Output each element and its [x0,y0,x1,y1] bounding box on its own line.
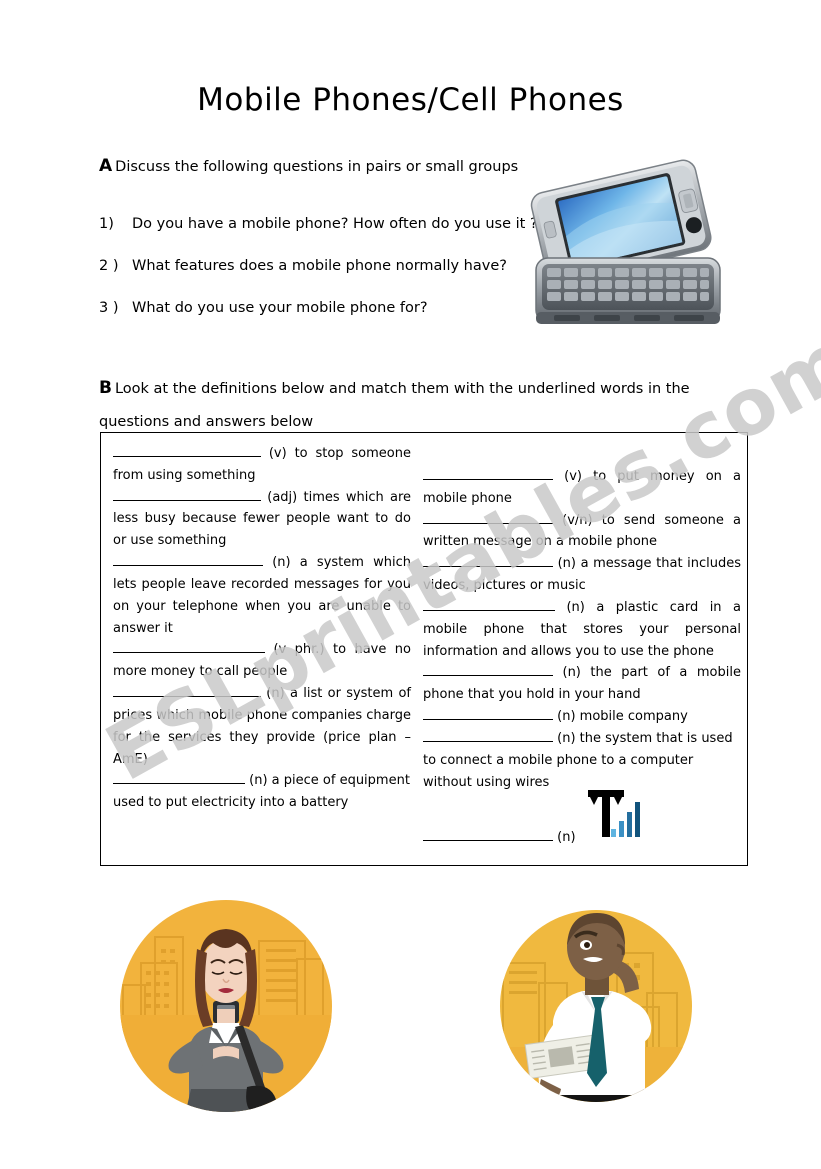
signal-definition-group: (n) [423,785,741,861]
answer-blank[interactable] [113,489,261,501]
definition-text: a list or system of prices which mobile … [113,686,412,767]
definition-item: (v) to put money on a mobile phone [423,466,741,510]
slider-smartphone-photo [520,152,735,337]
definition-pos: (n) [557,730,576,746]
definition-item: (n) [423,829,576,845]
signal-strength-icon [581,785,645,837]
definition-pos: (v phr.) [273,642,325,658]
answer-blank[interactable] [113,554,263,567]
section-b-instruction: Look at the definitions below and match … [99,381,690,430]
answer-blank[interactable] [423,664,553,677]
businessman-calling-illustration [487,897,705,1115]
question-number: 3 ) [99,300,119,316]
definition-pos: (n) [557,556,576,572]
definitions-right-column: (v) to put money on a mobile phone (v/n)… [423,466,741,793]
definition-item: (adj) times which are less busy because … [113,487,411,552]
definition-pos: (n) [557,830,576,845]
definition-pos: (n) [557,709,576,725]
answer-blank[interactable] [113,641,265,654]
answer-blank[interactable] [423,730,553,742]
definition-item: (n) a plastic card in a mobile phone tha… [423,597,741,662]
question-text: What do you use your mobile phone for? [132,300,428,316]
definition-pos: (v/n) [562,512,593,528]
definition-item: (n) mobile company [423,706,741,728]
section-a-question-list: 1) Do you have a mobile phone? How often… [99,216,538,342]
definition-item: (v) to stop someone from using something [113,443,411,487]
definition-pos: (n) [266,686,285,702]
definition-pos: (n) [272,555,291,571]
answer-blank[interactable] [423,829,553,841]
section-b-letter: B [99,378,112,398]
definition-item: (n) a system which lets people leave rec… [113,552,411,639]
definition-item: (n) the system that is used to connect a… [423,728,741,793]
definitions-box: (v) to stop someone from using something… [100,432,748,866]
worksheet-page: ESLprintables.com Mobile Phones/Cell Pho… [0,0,821,1169]
definition-pos: (v) [564,469,582,484]
section-a-letter: A [99,156,113,176]
definition-pos: (n) [249,773,268,789]
section-b-heading: B Look at the definitions below and match… [99,371,739,437]
question-item: 3 ) What do you use your mobile phone fo… [99,300,538,316]
definition-item: (n) the part of a mobile phone that you … [423,662,741,706]
definition-text: mobile company [579,709,688,725]
definition-item: (n) a piece of equipment used to put ele… [113,770,411,814]
definition-pos: (v) [268,446,287,461]
definition-pos: (adj) [267,489,298,505]
question-item: 1) Do you have a mobile phone? How often… [99,216,538,232]
definition-item: (v/n) to send someone a written message … [423,510,741,554]
question-text: Do you have a mobile phone? How often do… [132,216,538,232]
question-item: 2 ) What features does a mobile phone no… [99,258,538,274]
answer-blank[interactable] [423,512,553,524]
definition-item: (n) a list or system of prices which mob… [113,683,411,770]
answer-blank[interactable] [423,599,555,611]
page-title: Mobile Phones/Cell Phones [197,82,624,118]
answer-blank[interactable] [113,772,245,785]
definition-text: a system which lets people leave recorde… [113,555,411,636]
answer-blank[interactable] [423,555,553,568]
definition-item: (v phr.) to have no more money to call p… [113,639,411,683]
section-a-heading: A Discuss the following questions in pair… [99,156,518,176]
question-number: 2 ) [99,258,119,274]
businesswoman-texting-illustration [117,897,335,1115]
definition-pos: (n) [562,665,581,681]
definition-item: (n) a message that includes videos, pict… [423,553,741,597]
definition-pos: (n) [566,599,585,615]
question-number: 1) [99,216,114,232]
answer-blank[interactable] [113,685,261,698]
answer-blank[interactable] [113,445,261,457]
answer-blank[interactable] [423,468,553,480]
section-a-instruction: Discuss the following questions in pairs… [115,159,519,175]
question-text: What features does a mobile phone normal… [132,258,507,274]
definitions-left-column: (v) to stop someone from using something… [113,443,411,814]
answer-blank[interactable] [423,708,553,721]
